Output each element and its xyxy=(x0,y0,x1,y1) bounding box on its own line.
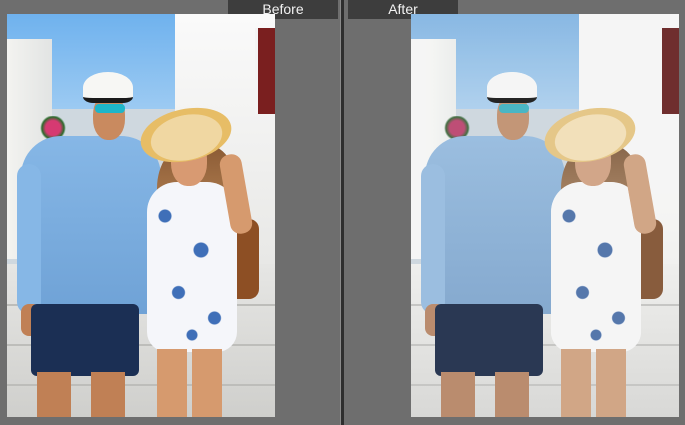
woman-leg xyxy=(596,349,626,417)
before-scene xyxy=(7,14,275,417)
split-divider[interactable] xyxy=(340,0,344,425)
man-shorts xyxy=(435,304,543,376)
man-shorts xyxy=(31,304,139,376)
woman-dress xyxy=(551,182,641,352)
before-photo[interactable] xyxy=(7,14,275,417)
man-shirt xyxy=(21,136,161,314)
man-arm xyxy=(421,164,445,314)
man-hat xyxy=(487,72,537,103)
red-shutter xyxy=(659,28,679,114)
man-leg xyxy=(495,372,529,417)
woman-leg xyxy=(561,349,591,417)
man-leg xyxy=(37,372,71,417)
man-sunglasses xyxy=(499,104,529,113)
red-shutter xyxy=(255,28,275,114)
before-after-compare-view: Before After xyxy=(0,0,685,425)
woman-leg xyxy=(192,349,222,417)
after-scene xyxy=(411,14,679,417)
man-sunglasses xyxy=(95,104,125,113)
woman-dress xyxy=(147,182,237,352)
man-leg xyxy=(91,372,125,417)
man-arm xyxy=(17,164,41,314)
after-photo[interactable] xyxy=(411,14,679,417)
man-hat xyxy=(83,72,133,103)
man-shirt xyxy=(425,136,565,314)
woman-leg xyxy=(157,349,187,417)
man-leg xyxy=(441,372,475,417)
